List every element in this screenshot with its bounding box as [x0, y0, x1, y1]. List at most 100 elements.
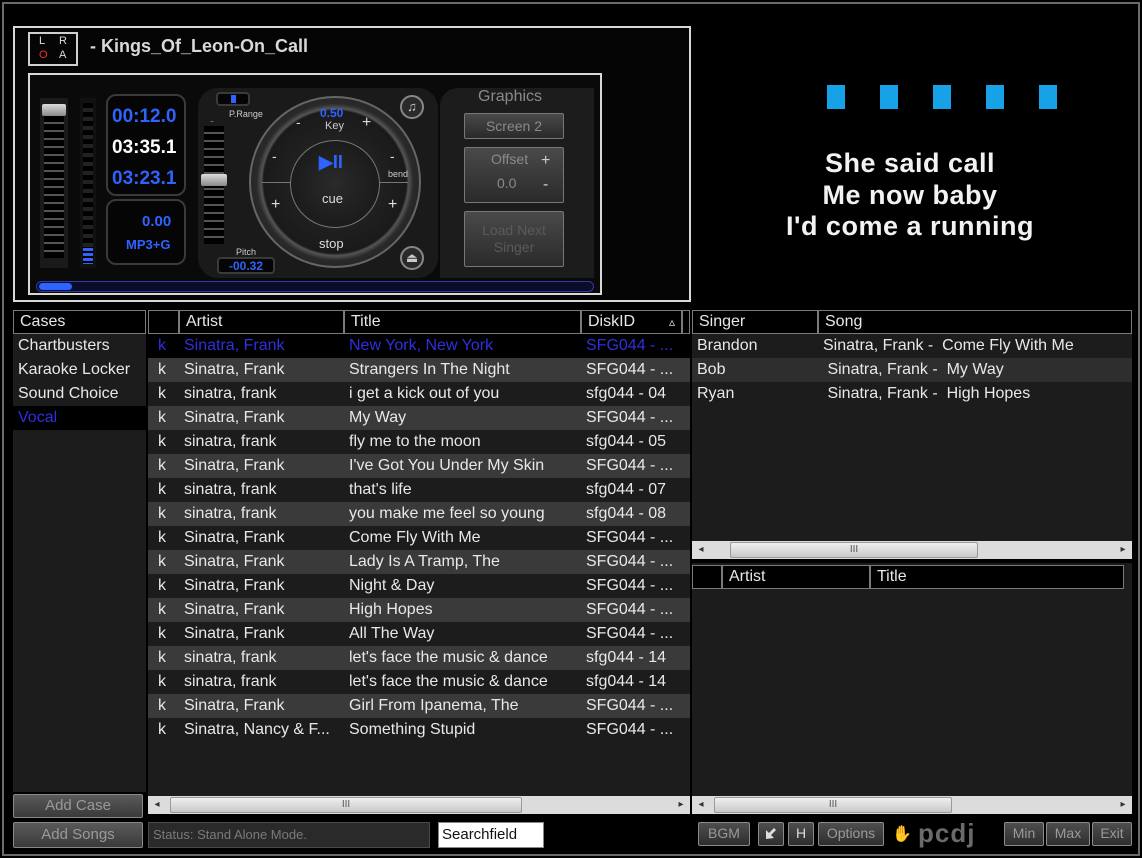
volume-fader-knob[interactable]: [42, 104, 66, 116]
load-next-singer-button[interactable]: Load Next Singer: [464, 211, 564, 267]
scroll-left-icon[interactable]: ◂: [694, 542, 708, 558]
scroll-right-icon[interactable]: ▸: [674, 797, 688, 813]
pcdj-logo: pcdj: [918, 818, 976, 848]
songs-header-artist[interactable]: Artist: [179, 310, 344, 334]
songs-header-title[interactable]: Title: [344, 310, 581, 334]
scroll-thumb[interactable]: III: [714, 797, 952, 813]
singer-row[interactable]: Brandon Sinatra, Frank - Come Fly With Me: [692, 334, 1132, 358]
file-format: MP3+G: [126, 237, 171, 252]
pitch-fader-track[interactable]: [200, 122, 228, 248]
time-total: 03:35.1: [112, 137, 177, 158]
max-button[interactable]: Max: [1046, 822, 1090, 846]
singer-queue-hscroll[interactable]: ◂ III ▸: [692, 541, 1132, 559]
lra-output-toggle[interactable]: L R O A: [28, 32, 78, 66]
key-plus-button[interactable]: +: [362, 114, 371, 132]
add-case-button[interactable]: Add Case: [13, 794, 143, 818]
h-button[interactable]: H: [788, 822, 814, 846]
scroll-right-icon[interactable]: ▸: [1116, 542, 1130, 558]
bend-plus-left-button[interactable]: +: [271, 196, 280, 214]
song-cell-title: that's life: [349, 481, 412, 498]
songs-header-flag[interactable]: [148, 310, 179, 334]
song-cell-disk: SFG044 - ...: [586, 409, 674, 426]
offset-minus-button[interactable]: -: [543, 176, 548, 194]
singer-queue: Brandon Sinatra, Frank - Come Fly With Me…: [692, 334, 1132, 541]
song-cell-k: k: [158, 673, 166, 690]
stop-button[interactable]: stop: [319, 236, 344, 251]
song-cell-artist: sinatra, frank: [184, 649, 277, 666]
cases-header[interactable]: Cases: [13, 310, 146, 334]
song-row[interactable]: k Sinatra, Frank Come Fly With Me SFG044 - …: [148, 526, 690, 550]
add-songs-button[interactable]: Add Songs: [13, 822, 143, 848]
key-value: 0.50: [320, 106, 344, 120]
case-item[interactable]: Karaoke Locker: [13, 358, 146, 382]
exit-button[interactable]: Exit: [1092, 822, 1132, 846]
search-field[interactable]: Searchfield: [438, 822, 544, 848]
cue-button[interactable]: cue: [322, 191, 343, 206]
song-cell-disk: SFG044 - ...: [586, 457, 674, 474]
singer-row[interactable]: Ryan Sinatra, Frank - High Hopes: [692, 382, 1132, 406]
lra-l: L: [39, 35, 46, 47]
song-row[interactable]: k Sinatra, Frank Girl From Ipanema, The SFG…: [148, 694, 690, 718]
history-header-artist[interactable]: Artist: [722, 565, 870, 589]
bend-minus-right-button[interactable]: -: [390, 148, 395, 164]
key-minus-button[interactable]: -: [296, 114, 301, 130]
history-header-flag[interactable]: [692, 565, 722, 589]
singers-header-singer[interactable]: Singer: [692, 310, 818, 334]
case-item[interactable]: Vocal: [13, 406, 146, 430]
song-row[interactable]: k sinatra, frank you make me feel so young…: [148, 502, 690, 526]
hand-icon[interactable]: ✋: [892, 824, 912, 844]
scroll-thumb[interactable]: III: [730, 542, 978, 558]
history-header-title[interactable]: Title: [870, 565, 1124, 589]
song-row[interactable]: k sinatra, frank i get a kick out of you sf…: [148, 382, 690, 406]
case-item[interactable]: Chartbusters: [13, 334, 146, 358]
song-row[interactable]: k Sinatra, Frank High Hopes SFG044 - ...: [148, 598, 690, 622]
singer-row[interactable]: Bob Sinatra, Frank - My Way: [692, 358, 1132, 382]
song-cell-disk: SFG044 - ...: [586, 697, 674, 714]
eject-icon[interactable]: ⏏: [400, 246, 424, 270]
cursor-icon[interactable]: [758, 822, 784, 846]
song-table-hscroll[interactable]: ◂ III ▸: [148, 796, 690, 814]
options-button[interactable]: Options: [818, 822, 884, 846]
offset-value: 0.0: [497, 175, 517, 191]
song-row[interactable]: k Sinatra, Frank My Way SFG044 - ...: [148, 406, 690, 430]
play-pause-button[interactable]: ▶II: [319, 152, 343, 173]
song-cell-disk: SFG044 - ...: [586, 337, 674, 354]
song-cell-title: Girl From Ipanema, The: [349, 697, 519, 714]
offset-plus-button[interactable]: +: [541, 152, 550, 170]
scroll-left-icon[interactable]: ◂: [694, 797, 708, 813]
song-row[interactable]: k Sinatra, Frank I've Got You Under My Ski…: [148, 454, 690, 478]
song-cell-artist: sinatra, frank: [184, 505, 277, 522]
song-cell-artist: Sinatra, Nancy & F...: [184, 721, 330, 738]
song-row[interactable]: k sinatra, frank fly me to the moon sfg044 …: [148, 430, 690, 454]
case-item[interactable]: Sound Choice: [13, 382, 146, 406]
singers-header-song[interactable]: Song: [818, 310, 1132, 334]
song-cell-disk: sfg044 - 04: [586, 385, 667, 402]
screen-button[interactable]: Screen 2: [464, 113, 564, 139]
song-table: k Sinatra, Frank New York, New York SFG044 …: [148, 334, 690, 796]
bend-minus-left-button[interactable]: -: [272, 148, 277, 164]
song-cell-disk: SFG044 - ...: [586, 601, 674, 618]
bgm-button[interactable]: BGM: [698, 822, 750, 846]
song-row[interactable]: k sinatra, frank let's face the music & da…: [148, 646, 690, 670]
song-cell-k: k: [158, 601, 166, 618]
song-row[interactable]: k Sinatra, Frank Strangers In The Night SFG…: [148, 358, 690, 382]
songs-header-diskid[interactable]: DiskID ▵: [581, 310, 682, 334]
song-row[interactable]: k Sinatra, Frank Lady Is A Tramp, The SFG04…: [148, 550, 690, 574]
music-note-icon[interactable]: ♫: [400, 95, 424, 119]
scroll-thumb[interactable]: III: [170, 797, 522, 813]
song-row[interactable]: k sinatra, frank let's face the music & da…: [148, 670, 690, 694]
song-row[interactable]: k sinatra, frank that's life sfg044 - 07: [148, 478, 690, 502]
scroll-left-icon[interactable]: ◂: [150, 797, 164, 813]
song-cell-disk: sfg044 - 08: [586, 505, 667, 522]
history-hscroll[interactable]: ◂ III ▸: [692, 796, 1132, 814]
scroll-right-icon[interactable]: ▸: [1116, 797, 1130, 813]
pitch-fader-knob[interactable]: [201, 174, 227, 186]
song-row[interactable]: k Sinatra, Frank Night & Day SFG044 - ...: [148, 574, 690, 598]
song-row[interactable]: k Sinatra, Frank New York, New York SFG044 …: [148, 334, 690, 358]
bend-plus-right-button[interactable]: +: [388, 196, 397, 214]
song-progress-bar[interactable]: [36, 281, 594, 292]
song-row[interactable]: k Sinatra, Nancy & F... Something Stupid SF…: [148, 718, 690, 742]
song-row[interactable]: k Sinatra, Frank All The Way SFG044 - ...: [148, 622, 690, 646]
volume-fader-track[interactable]: [40, 98, 68, 268]
min-button[interactable]: Min: [1004, 822, 1044, 846]
